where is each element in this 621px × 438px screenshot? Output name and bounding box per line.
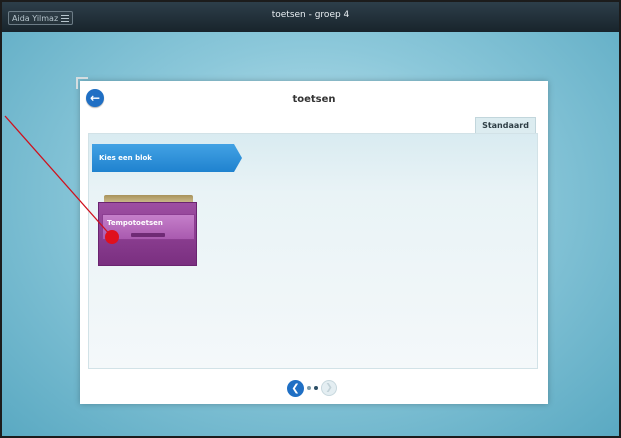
- click-marker: [105, 230, 119, 244]
- click-annotation: [4, 115, 119, 244]
- annotation-pointer-line: [4, 115, 113, 238]
- app-window: Aida Yilmaz toetsen - groep 4 ← toetsen …: [0, 0, 621, 438]
